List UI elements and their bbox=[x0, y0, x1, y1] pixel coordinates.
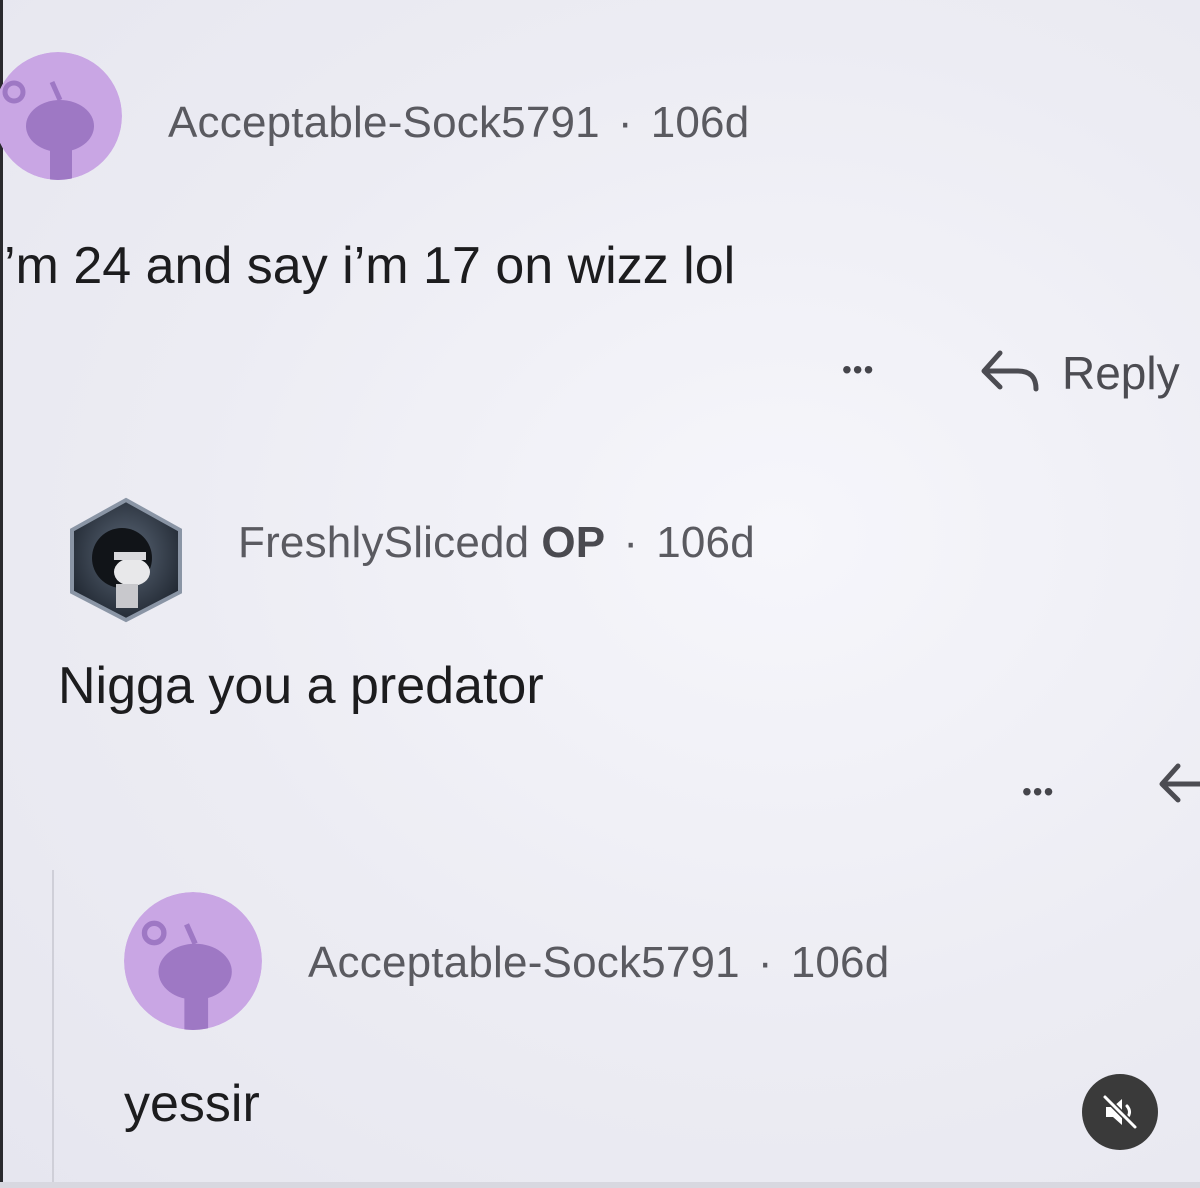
op-badge: OP bbox=[541, 518, 606, 567]
comment-3-text: yessir bbox=[124, 1075, 260, 1133]
reply-label: Reply bbox=[1062, 347, 1180, 399]
comment-2-text: Nigga you a predator bbox=[58, 657, 544, 715]
comment-2-age: 106d bbox=[656, 518, 755, 567]
reply-arrow-icon bbox=[981, 350, 1039, 392]
meta-separator: · bbox=[757, 938, 773, 987]
comment-2-username[interactable]: FreshlySlicedd bbox=[238, 518, 529, 567]
meta-separator: · bbox=[623, 518, 639, 567]
custom-avatar-icon bbox=[70, 497, 182, 623]
comment-2-more-button[interactable]: ••• bbox=[1022, 778, 1054, 806]
comment-1-reply-button[interactable]: Reply bbox=[978, 346, 1180, 400]
comment-1-meta: Acceptable-Sock5791 · 106d bbox=[168, 98, 749, 148]
comment-3-meta: Acceptable-Sock5791 · 106d bbox=[308, 938, 889, 988]
comment-1-age: 106d bbox=[650, 98, 750, 147]
left-border bbox=[0, 0, 3, 1188]
comment-3-age: 106d bbox=[790, 938, 890, 987]
comment-2-meta: FreshlySlicedd OP · 106d bbox=[238, 518, 755, 568]
screenshot-screen: Acceptable-Sock5791 · 106d ’m 24 and say i… bbox=[0, 0, 1200, 1188]
comment-2-avatar[interactable] bbox=[62, 496, 190, 624]
comment-2-reply-button[interactable] bbox=[1156, 760, 1200, 812]
comment-1-more-button[interactable]: ••• bbox=[842, 356, 874, 384]
reply-arrow-icon bbox=[1159, 763, 1200, 803]
muted-speaker-icon bbox=[1102, 1094, 1138, 1130]
meta-separator: · bbox=[617, 98, 633, 147]
bottom-border bbox=[0, 1182, 1200, 1188]
comment-3-avatar[interactable] bbox=[124, 892, 262, 1030]
comment-1-username[interactable]: Acceptable-Sock5791 bbox=[168, 98, 600, 147]
comment-1-text: ’m 24 and say i’m 17 on wizz lol bbox=[4, 237, 736, 295]
snoo-avatar-icon bbox=[0, 52, 122, 180]
comment-3-username[interactable]: Acceptable-Sock5791 bbox=[308, 938, 740, 987]
snoo-avatar-icon bbox=[124, 892, 262, 1030]
thread-line bbox=[52, 870, 54, 1188]
mute-toggle-button[interactable] bbox=[1082, 1074, 1158, 1150]
comment-1-avatar[interactable] bbox=[0, 52, 122, 180]
